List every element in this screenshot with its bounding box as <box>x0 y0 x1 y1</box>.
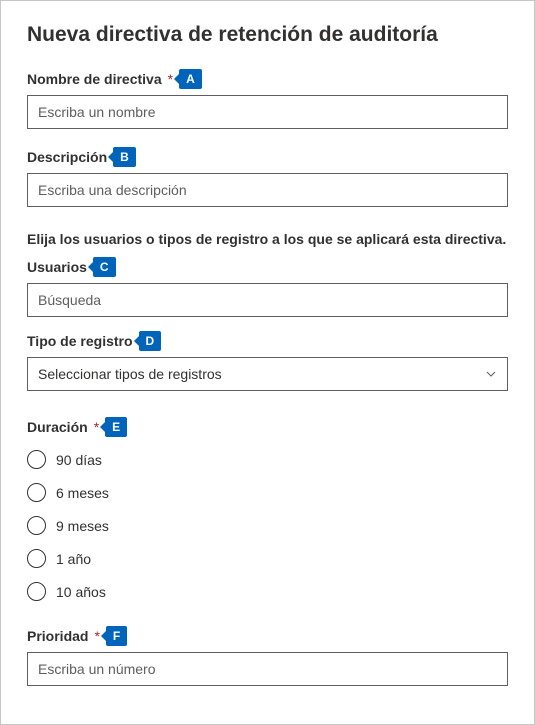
policy-form-panel: Nueva directiva de retención de auditorí… <box>0 0 535 725</box>
radio-icon <box>27 549 46 568</box>
radio-icon <box>27 582 46 601</box>
policy-name-label: Nombre de directiva <box>27 71 162 87</box>
users-label: Usuarios <box>27 259 87 275</box>
radio-option[interactable]: 1 año <box>27 542 508 575</box>
duration-label: Duración <box>27 419 88 435</box>
record-type-label: Tipo de registro <box>27 333 133 349</box>
policy-name-input[interactable] <box>27 95 508 129</box>
field-users: Usuarios C <box>27 257 508 317</box>
priority-input[interactable] <box>27 652 508 686</box>
field-priority: Prioridad * F <box>27 626 508 686</box>
field-record-type: Tipo de registro D Seleccionar tipos de … <box>27 331 508 391</box>
description-label: Descripción <box>27 149 107 165</box>
chevron-down-icon <box>485 368 497 380</box>
field-description: Descripción B <box>27 147 508 207</box>
radio-label: 90 días <box>56 452 102 468</box>
field-policy-name: Nombre de directiva * A <box>27 69 508 129</box>
badge-e: E <box>105 417 127 437</box>
radio-option[interactable]: 6 meses <box>27 476 508 509</box>
required-asterisk: * <box>94 628 99 644</box>
radio-label: 1 año <box>56 551 91 567</box>
radio-label: 10 años <box>56 584 106 600</box>
priority-label: Prioridad <box>27 628 88 644</box>
description-input[interactable] <box>27 173 508 207</box>
badge-a: A <box>179 69 202 89</box>
users-search-input[interactable] <box>27 283 508 317</box>
badge-f: F <box>106 626 127 646</box>
radio-option[interactable]: 9 meses <box>27 509 508 542</box>
required-asterisk: * <box>168 71 173 87</box>
field-duration: Duración * E 90 días 6 meses 9 meses 1 a… <box>27 417 508 608</box>
radio-option[interactable]: 10 años <box>27 575 508 608</box>
radio-label: 6 meses <box>56 485 109 501</box>
duration-radio-group: 90 días 6 meses 9 meses 1 año 10 años <box>27 443 508 608</box>
radio-icon <box>27 483 46 502</box>
page-title: Nueva directiva de retención de auditorí… <box>27 23 508 47</box>
badge-b: B <box>113 147 136 167</box>
required-asterisk: * <box>94 419 99 435</box>
radio-option[interactable]: 90 días <box>27 443 508 476</box>
badge-d: D <box>139 331 162 351</box>
radio-label: 9 meses <box>56 518 109 534</box>
section-instruction: Elija los usuarios o tipos de registro a… <box>27 231 508 247</box>
radio-icon <box>27 450 46 469</box>
record-type-selected: Seleccionar tipos de registros <box>38 366 222 382</box>
badge-c: C <box>93 257 116 277</box>
radio-icon <box>27 516 46 535</box>
record-type-dropdown[interactable]: Seleccionar tipos de registros <box>27 357 508 391</box>
